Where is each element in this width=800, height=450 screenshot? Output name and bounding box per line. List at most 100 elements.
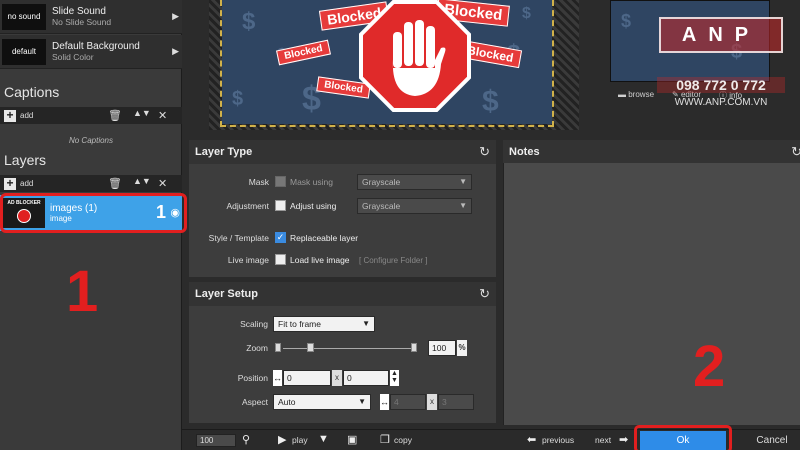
folder-icon: ▬	[618, 90, 629, 99]
aspect-width-input[interactable]: 4	[390, 394, 426, 410]
previous-button[interactable]: previous	[542, 435, 574, 445]
mask-check-label: Mask using	[290, 177, 333, 187]
adjust-check-label: Adjust using	[290, 201, 337, 211]
add-caption-button[interactable]: add	[20, 111, 33, 120]
position-x-input[interactable]: 0	[283, 370, 331, 386]
window-icon[interactable]: ▣	[347, 433, 357, 446]
eye-icon[interactable]: ◉	[170, 206, 180, 219]
layer-setup-panel: Scaling Fit to frame ▼ Zoom 100 % Positio…	[189, 306, 496, 423]
play-button[interactable]: play	[292, 435, 308, 445]
watermark-url: WWW.ANP.COM.VN	[674, 97, 768, 108]
default-background-subtitle: Solid Color	[52, 52, 94, 62]
arrow-right-icon[interactable]: ➡	[619, 433, 628, 446]
dollar-icon: $	[232, 88, 244, 110]
chevron-down-icon: ▼	[459, 177, 467, 186]
replaceable-checkbox[interactable]: ✓	[275, 232, 286, 243]
trash-icon[interactable]: 🗑	[108, 109, 122, 122]
aspect-link-icon[interactable]: ↔	[380, 394, 389, 410]
configure-folder-link[interactable]: [ Configure Folder ]	[359, 256, 427, 265]
hand-icon	[392, 20, 446, 96]
trash-icon[interactable]: 🗑	[108, 177, 122, 190]
sidebar: no sound Slide Sound No Slide Sound ▶ de…	[0, 0, 182, 450]
scaling-label: Scaling	[240, 319, 268, 329]
layers-toolbar: + add 🗑 ▲▼ ✕	[0, 175, 182, 192]
mask-checkbox[interactable]	[275, 176, 286, 187]
scaling-select[interactable]: Fit to frame ▼	[273, 316, 375, 332]
style-template-label: Style / Template	[208, 233, 269, 243]
layer-thumbnail: AD BLOCKER	[3, 198, 45, 228]
layer-type-title: Layer Type	[195, 146, 253, 158]
browse-link[interactable]: ▬ browse	[618, 90, 654, 101]
live-image-label: Live image	[227, 255, 269, 265]
aspect-label: Aspect	[242, 397, 268, 407]
layers-heading: Layers	[4, 152, 47, 168]
preview-image[interactable]: $ $ $ $ $ $ $ Blocked Blocked Blocked Bl…	[222, 0, 552, 124]
captions-toolbar: + add 🗑 ▲▼ ✕	[0, 107, 182, 124]
add-icon[interactable]: +	[4, 109, 16, 122]
move-horizontal-icon[interactable]: ↔	[273, 370, 282, 386]
layer-type: image	[50, 214, 72, 223]
mask-select[interactable]: Grayscale ▼	[357, 174, 472, 190]
ok-button[interactable]: Ok	[640, 431, 726, 450]
zoom-slider-handle[interactable]	[307, 343, 314, 352]
chevron-down-icon: ▼	[362, 319, 370, 328]
dollar-icon: $	[621, 11, 632, 31]
dollar-icon: $	[522, 5, 531, 22]
next-button[interactable]: next	[595, 435, 611, 445]
search-icon[interactable]: ⚲	[242, 433, 250, 446]
live-image-checkbox[interactable]	[275, 254, 286, 265]
position-y-input[interactable]: 0	[343, 370, 389, 386]
notes-header: Notes ↻	[503, 140, 800, 164]
slide-sound-title: Slide Sound	[52, 6, 106, 17]
chevron-right-icon[interactable]: ▶	[172, 11, 179, 22]
watermark-phone: 098 772 0 772	[657, 77, 785, 93]
tools-icon[interactable]: ✕	[158, 177, 167, 190]
captions-empty: No Captions	[68, 136, 114, 145]
step-1-marker: 1	[66, 259, 99, 324]
notes-textarea[interactable]	[503, 163, 800, 425]
layer-item[interactable]: AD BLOCKER images (1) image 1 ◉	[0, 195, 182, 231]
aspect-separator: x	[427, 394, 437, 410]
refresh-icon[interactable]: ↻	[479, 286, 490, 302]
zoom-unit: %	[457, 340, 467, 356]
layer-setup-header: Layer Setup ↻	[189, 282, 496, 306]
position-label: Position	[237, 373, 268, 383]
adjust-select[interactable]: Grayscale ▼	[357, 198, 472, 214]
watermark-logo: ANP	[659, 17, 783, 53]
zoom-input[interactable]: 100	[428, 340, 456, 356]
tools-icon[interactable]: ✕	[158, 109, 167, 122]
adjustment-label: Adjustment	[226, 201, 269, 211]
reorder-icon[interactable]: ▲▼	[133, 108, 151, 118]
reorder-icon[interactable]: ▲▼	[133, 176, 151, 186]
add-layer-button[interactable]: add	[20, 179, 33, 188]
copy-button[interactable]: copy	[394, 435, 412, 445]
copy-icon[interactable]: ❐	[380, 433, 390, 446]
aspect-select[interactable]: Auto ▼	[273, 394, 371, 410]
slide-sound-subtitle: No Slide Sound	[52, 17, 112, 27]
live-image-check-label: Load live image	[290, 255, 350, 265]
refresh-icon[interactable]: ↻	[479, 144, 490, 160]
zoom-slider-track[interactable]	[283, 348, 413, 349]
layer-type-panel: Mask Mask using Grayscale ▼ Adjustment Ad…	[189, 164, 496, 277]
adjust-checkbox[interactable]	[275, 200, 286, 211]
layer-type-header: Layer Type ↻	[189, 140, 496, 164]
blocked-banner: Blocked	[276, 39, 331, 66]
chevron-right-icon[interactable]: ▶	[172, 46, 179, 57]
cancel-button[interactable]: Cancel	[744, 431, 800, 450]
aspect-height-input[interactable]: 3	[438, 394, 474, 410]
menu-icon[interactable]: ▼	[318, 433, 329, 445]
add-icon[interactable]: +	[4, 177, 16, 190]
position-separator: x	[332, 370, 342, 386]
arrow-left-icon[interactable]: ⬅	[527, 433, 536, 446]
mask-label: Mask	[248, 177, 269, 187]
dollar-icon: $	[242, 8, 256, 35]
play-icon[interactable]: ▶	[278, 433, 286, 446]
move-vertical-icon[interactable]: ▲ ▼	[390, 370, 399, 386]
default-background-row[interactable]: default Default Background Solid Color ▶	[0, 35, 182, 69]
slide-editor-window: no sound Slide Sound No Slide Sound ▶ de…	[0, 0, 800, 450]
refresh-icon[interactable]: ↻	[791, 144, 800, 160]
slide-sound-row[interactable]: no sound Slide Sound No Slide Sound ▶	[0, 0, 182, 34]
chevron-down-icon: ▼	[459, 201, 467, 210]
stop-icon	[17, 209, 31, 223]
zoom-value-input[interactable]: 100	[196, 434, 236, 447]
